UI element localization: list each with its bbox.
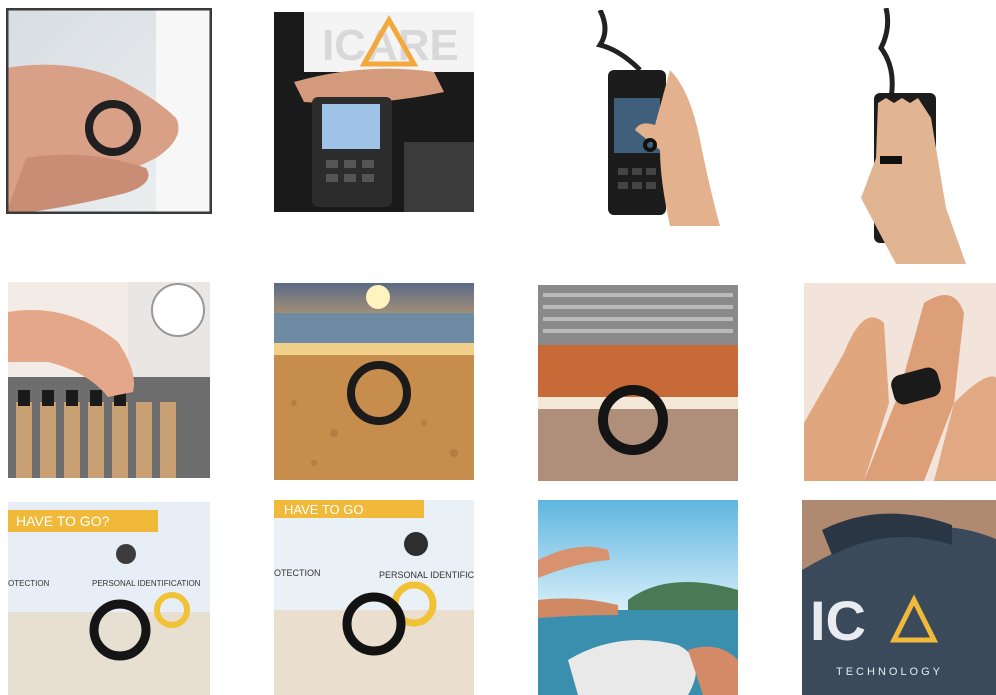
terminal-hand-ring-illustration — [836, 8, 968, 264]
terminal-ring-tap-illustration — [580, 10, 748, 226]
banner-left-text: OTECTION — [274, 568, 321, 578]
hands-holding-ring-illustration — [6, 8, 212, 214]
banner-left-text: OTECTION — [8, 579, 50, 588]
banner-right-text: PERSONAL IDENTIFICATION — [92, 579, 201, 588]
shirt-logo-illustration: IC TECHNOLOGY — [802, 500, 996, 695]
jetski-ring-illustration — [538, 500, 738, 695]
banner-text: HAVE TO GO? — [16, 513, 110, 529]
shirt-logo-subtext: TECHNOLOGY — [836, 666, 943, 678]
banner-rings-black-yellow-illustration: HAVE TO GO? OTECTION PERSONAL IDENTIFICA… — [8, 502, 210, 695]
photo-beach-sunset-ring — [274, 283, 474, 480]
tennis-court-ring-illustration — [538, 285, 738, 481]
photo-tennis-court-ring — [538, 285, 738, 481]
banner-right-text: PERSONAL IDENTIFICATION — [379, 570, 474, 580]
photo-terminal-hand-ring — [836, 8, 968, 264]
photo-terminal-ring-tap — [580, 10, 748, 226]
shirt-logo-text: IC — [810, 589, 866, 652]
photo-icare-terminal: ICARE — [274, 12, 474, 212]
photo-vending-ring — [8, 282, 210, 478]
vending-ring-illustration — [8, 282, 210, 478]
beach-sunset-ring-illustration — [274, 283, 474, 480]
banner-text: HAVE TO GO — [284, 502, 363, 517]
photo-shirt-logo: IC TECHNOLOGY — [802, 500, 996, 695]
photo-hands-holding-ring — [6, 8, 212, 214]
photo-banner-rings-closeup: HAVE TO GO OTECTION PERSONAL IDENTIFICAT… — [274, 500, 474, 695]
photo-banner-rings-black-yellow: HAVE TO GO? OTECTION PERSONAL IDENTIFICA… — [8, 502, 210, 695]
photo-finger-ring-closeup — [804, 283, 996, 481]
icare-terminal-illustration: ICARE — [274, 12, 474, 212]
banner-rings-closeup-illustration: HAVE TO GO OTECTION PERSONAL IDENTIFICAT… — [274, 500, 474, 695]
finger-ring-closeup-illustration — [804, 283, 996, 481]
photo-jetski-ring — [538, 500, 738, 695]
